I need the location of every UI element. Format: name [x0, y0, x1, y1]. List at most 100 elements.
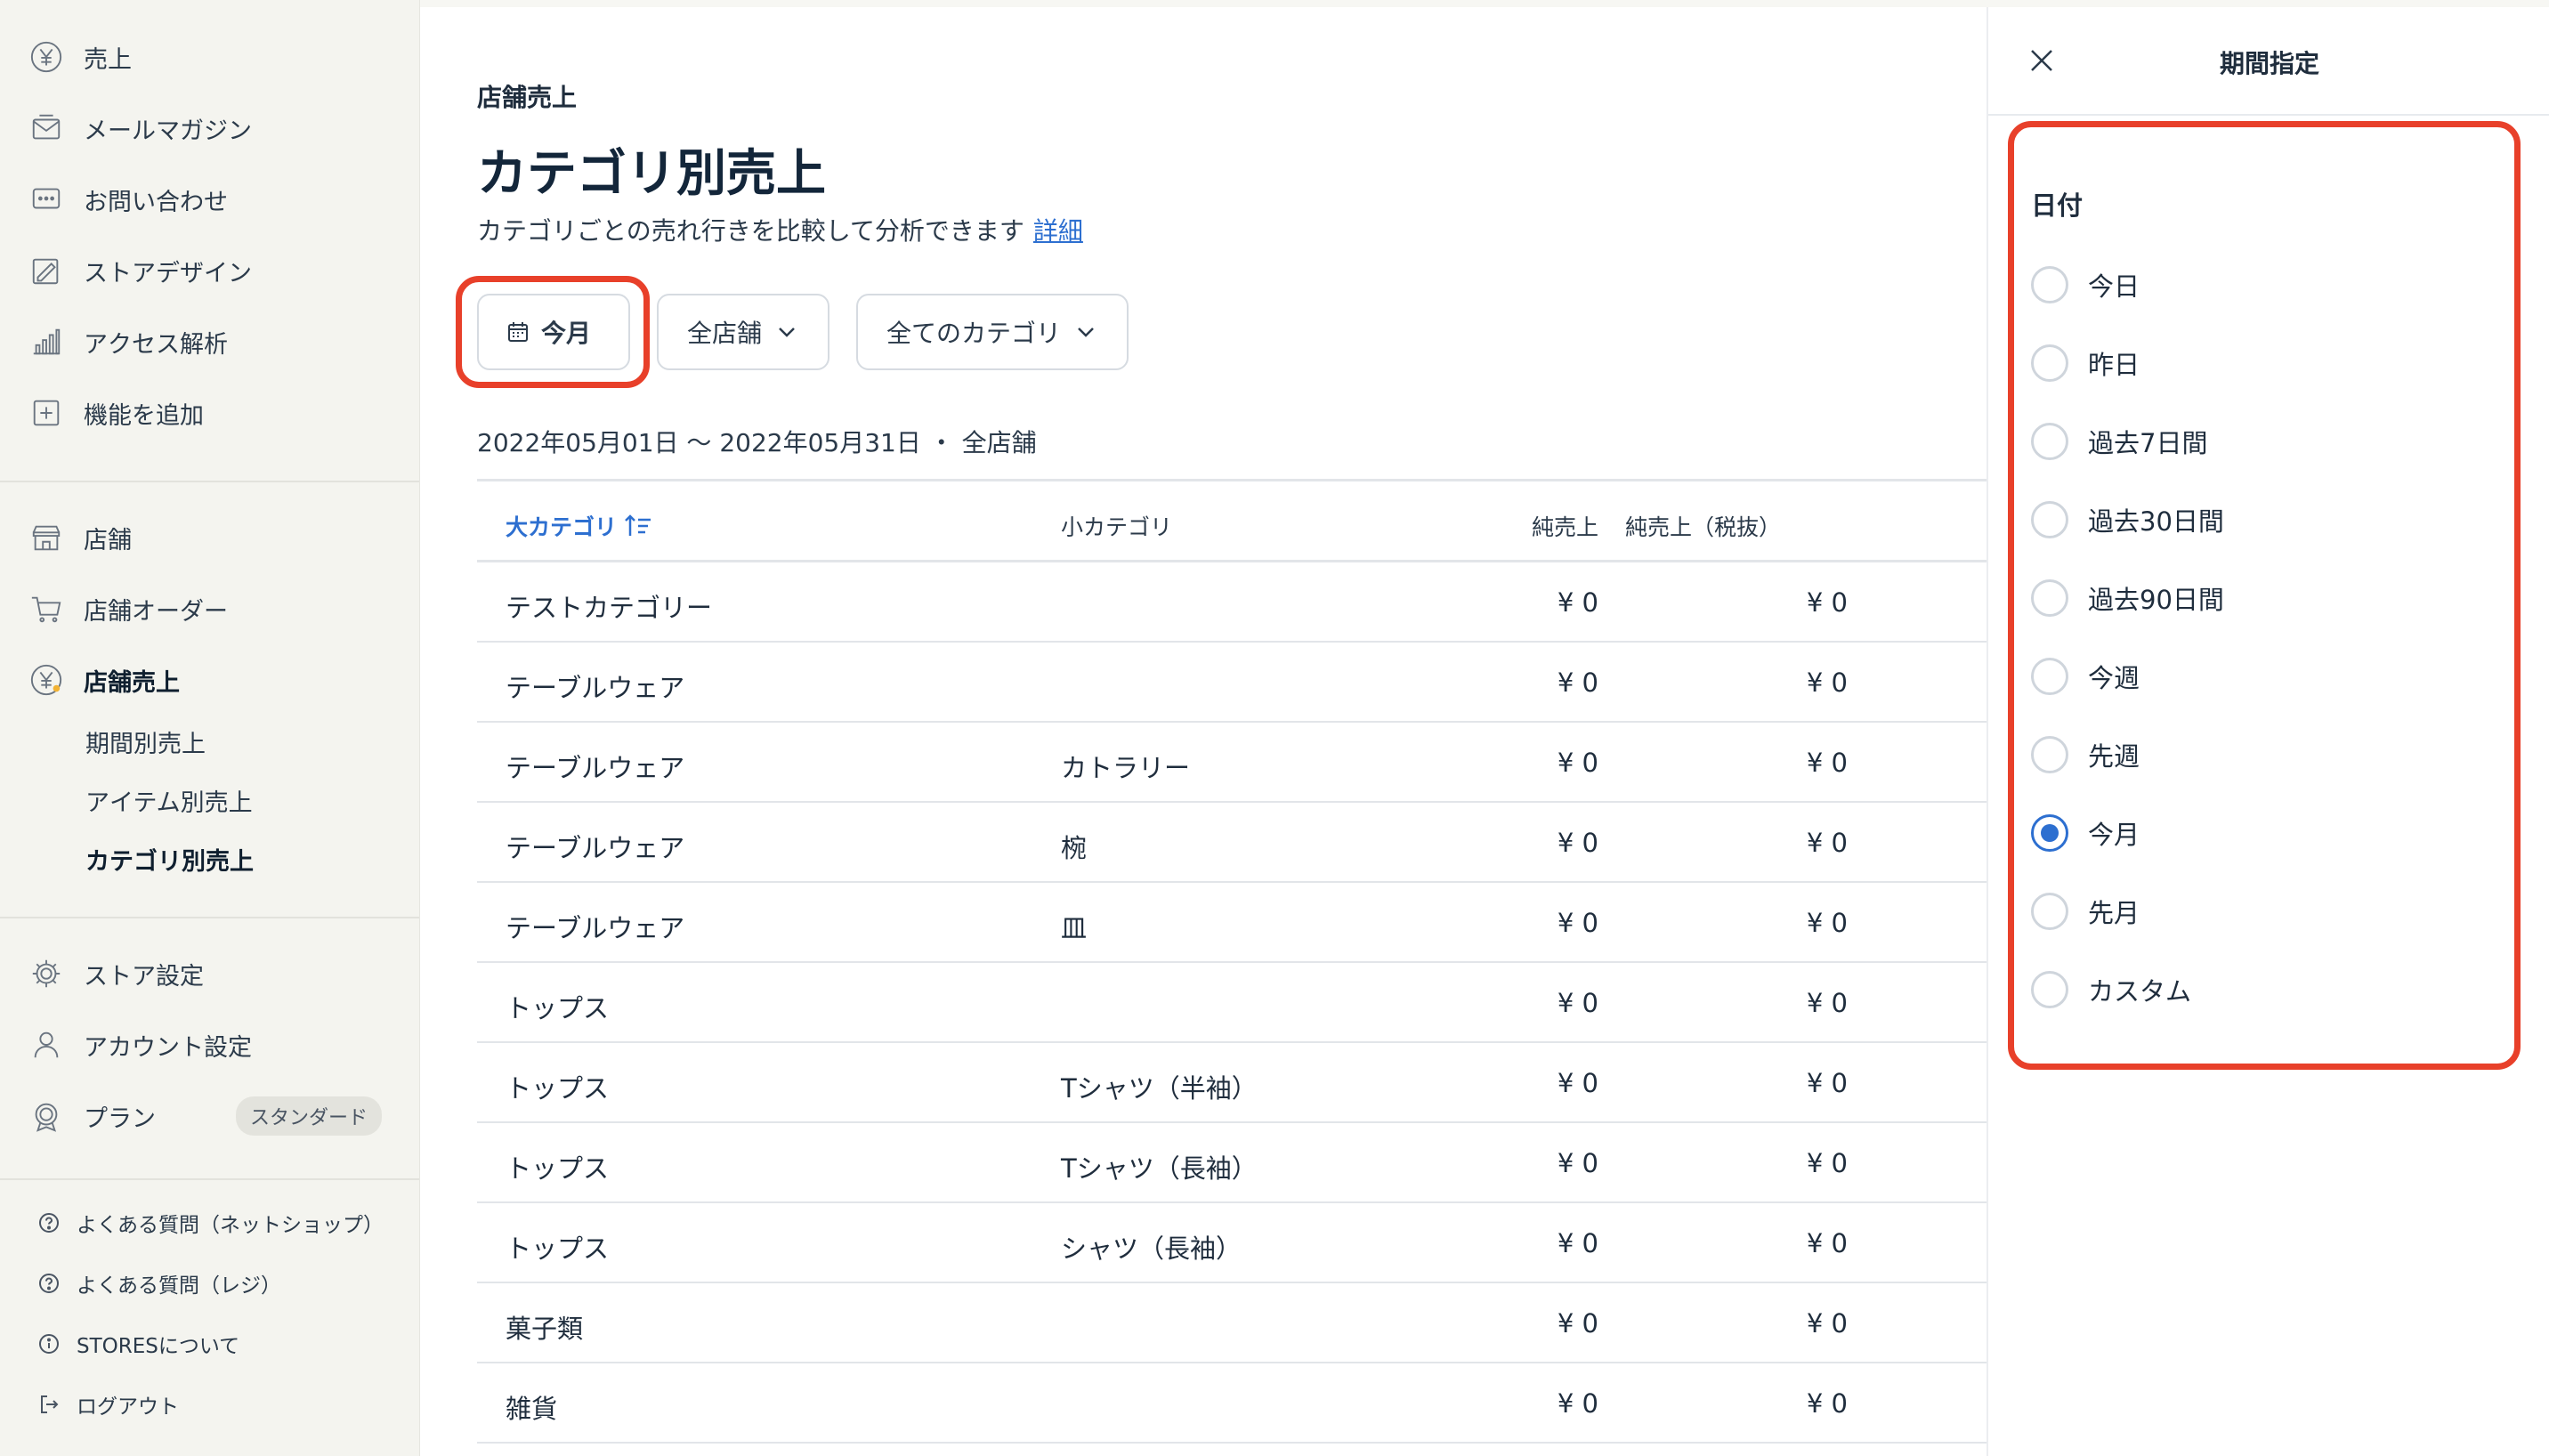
sidebar-item-mail-magazine[interactable]: メールマガジン — [0, 93, 419, 164]
table-row: テーブルウェア ¥ 0 ¥ 0 — [477, 643, 1987, 723]
plus-box-icon — [28, 395, 64, 431]
cell-net-sales: ¥ 0 — [1557, 988, 1598, 1018]
column-header-net-sales-ex-tax: 純売上（税抜） — [1625, 514, 1782, 540]
calendar-icon — [506, 320, 530, 344]
period-option-label: 今月 — [2088, 820, 2140, 850]
period-option[interactable]: 昨日 — [2031, 324, 2224, 402]
cell-net-sales-ex-tax: ¥ 0 — [1806, 1388, 1848, 1419]
table-row: 菓子類 ¥ 0 ¥ 0 — [477, 1283, 1987, 1363]
table-row: テーブルウェア カトラリー ¥ 0 ¥ 0 — [477, 723, 1987, 803]
sidebar-item-store[interactable]: 店舗 — [0, 502, 419, 573]
sidebar-subitem-period-sales[interactable]: 期間別売上 — [0, 716, 419, 774]
sidebar-item-inquiry[interactable]: お問い合わせ — [0, 164, 419, 235]
mail-icon — [28, 110, 64, 146]
gear-icon — [28, 956, 64, 991]
sidebar-item-store-sales[interactable]: 店舗売上 — [0, 644, 419, 716]
radio-button[interactable] — [2031, 579, 2068, 617]
period-option-label: 過去7日間 — [2088, 428, 2208, 458]
sidebar-item-account-settings[interactable]: アカウント設定 — [0, 1009, 419, 1080]
breadcrumb[interactable]: 店舗売上 — [477, 78, 577, 114]
sidebar-item-label: 店舗オーダー — [84, 597, 228, 626]
date-range-summary: 2022年05月01日 〜 2022年05月31日 ・ 全店舗 — [477, 428, 1037, 457]
cell-minor-category: Tシャツ（長袖） — [1061, 1153, 1258, 1184]
sidebar-item-store-design[interactable]: ストアデザイン — [0, 235, 419, 306]
period-option-label: 過去30日間 — [2088, 506, 2224, 537]
cell-net-sales-ex-tax: ¥ 0 — [1806, 587, 1848, 618]
period-option-label: 今週 — [2088, 663, 2140, 693]
radio-button[interactable] — [2031, 266, 2068, 303]
sidebar-subitem-item-sales[interactable]: アイテム別売上 — [0, 774, 419, 833]
sidebar-item-add-feature[interactable]: 機能を追加 — [0, 377, 419, 449]
radio-button[interactable] — [2031, 423, 2068, 460]
question-icon — [37, 1211, 61, 1234]
panel-header: 期間指定 — [1988, 7, 2549, 116]
radio-button[interactable] — [2031, 971, 2068, 1008]
help-item-label: よくある質問（ネットショップ） — [77, 1214, 384, 1237]
period-option[interactable]: 今日 — [2031, 246, 2224, 324]
radio-button[interactable] — [2031, 658, 2068, 695]
radio-button[interactable] — [2031, 814, 2068, 852]
column-header-major-category[interactable]: 大カテゴリ — [506, 510, 654, 542]
sidebar-item-sales[interactable]: 売上 — [0, 21, 419, 93]
cell-minor-category: カトラリー — [1061, 753, 1191, 783]
filter-row: 今月 全店舗 全てのカテゴリ — [456, 276, 1155, 388]
period-option[interactable]: 過去30日間 — [2031, 481, 2224, 559]
cell-major-category: トップス — [506, 993, 610, 1023]
help-faq-register-link[interactable]: よくある質問（レジ） — [0, 1253, 419, 1314]
cell-net-sales-ex-tax: ¥ 0 — [1806, 667, 1848, 698]
cell-minor-category: Tシャツ（半袖） — [1061, 1073, 1258, 1104]
help-faq-netshop-link[interactable]: よくある質問（ネットショップ） — [0, 1193, 419, 1253]
logout-link[interactable]: ログアウト — [0, 1374, 419, 1435]
page-description: カテゴリごとの売れ行きを比較して分析できます 詳細 — [477, 212, 1083, 247]
cell-major-category: トップス — [506, 1153, 610, 1184]
period-panel: 期間指定 日付 今日 昨日 過去7日間 過去30日間 過去90日間 今週 先週 今月 先月 カスタ… — [1987, 7, 2549, 1456]
cell-net-sales: ¥ 0 — [1557, 667, 1598, 698]
radio-button[interactable] — [2031, 344, 2068, 382]
sidebar-item-label: アカウント設定 — [84, 1033, 252, 1062]
plan-badge: スタンダード — [236, 1096, 383, 1136]
detail-link[interactable]: 詳細 — [1033, 216, 1083, 246]
radio-button[interactable] — [2031, 893, 2068, 930]
radio-button[interactable] — [2031, 736, 2068, 773]
period-option[interactable]: 今週 — [2031, 637, 2224, 716]
cell-net-sales: ¥ 0 — [1557, 1148, 1598, 1178]
sidebar-item-label: 売上 — [84, 45, 132, 74]
radio-button[interactable] — [2031, 501, 2068, 538]
sidebar-item-store-order[interactable]: 店舗オーダー — [0, 573, 419, 644]
cell-net-sales-ex-tax: ¥ 0 — [1806, 748, 1848, 778]
cell-net-sales: ¥ 0 — [1557, 1388, 1598, 1419]
help-item-label: よくある質問（レジ） — [77, 1274, 281, 1298]
cell-minor-category: 皿 — [1061, 913, 1088, 943]
date-filter-button[interactable]: 今月 — [477, 294, 630, 370]
category-filter-dropdown[interactable]: 全てのカテゴリ — [856, 294, 1129, 370]
period-option[interactable]: 過去7日間 — [2031, 402, 2224, 481]
logout-icon — [37, 1393, 61, 1416]
sidebar-item-access-analytics[interactable]: アクセス解析 — [0, 306, 419, 377]
page-title: カテゴリ別売上 — [477, 145, 826, 203]
sidebar-item-label: 機能を追加 — [84, 401, 204, 430]
sidebar-item-store-settings[interactable]: ストア設定 — [0, 938, 419, 1009]
period-option[interactable]: 先週 — [2031, 716, 2224, 794]
about-stores-link[interactable]: STORESについて — [0, 1314, 419, 1374]
cell-major-category: トップス — [506, 1073, 610, 1104]
column-header-net-sales: 純売上 — [1531, 514, 1598, 540]
period-option[interactable]: 先月 — [2031, 872, 2224, 950]
store-filter-dropdown[interactable]: 全店舗 — [657, 294, 830, 370]
period-option[interactable]: 過去90日間 — [2031, 559, 2224, 637]
cell-major-category: トップス — [506, 1234, 610, 1264]
info-icon — [37, 1332, 61, 1355]
badge-icon — [28, 1098, 64, 1134]
sidebar-group-main: 売上 メールマガジン お問い合わせ ストアデザイン アクセス解析 機能を追加 — [0, 0, 419, 449]
cell-major-category: 菓子類 — [506, 1314, 584, 1344]
table-row: トップス Tシャツ（長袖） ¥ 0 ¥ 0 — [477, 1123, 1987, 1203]
sidebar-subitem-category-sales[interactable]: カテゴリ別売上 — [0, 833, 419, 892]
table-row: トップス Tシャツ（半袖） ¥ 0 ¥ 0 — [477, 1043, 1987, 1123]
period-option-label: カスタム — [2088, 976, 2192, 1007]
period-option-label: 先月 — [2088, 898, 2140, 928]
page-description-text: カテゴリごとの売れ行きを比較して分析できます — [477, 216, 1024, 246]
period-option[interactable]: 今月 — [2031, 794, 2224, 872]
period-option[interactable]: カスタム — [2031, 950, 2224, 1029]
sidebar-item-plan[interactable]: プラン スタンダード — [0, 1080, 419, 1152]
store-icon — [28, 520, 64, 555]
period-radio-list: 今日 昨日過去7日間過去30日間過去90日間今週先週今月先月カスタム — [2031, 246, 2224, 1029]
